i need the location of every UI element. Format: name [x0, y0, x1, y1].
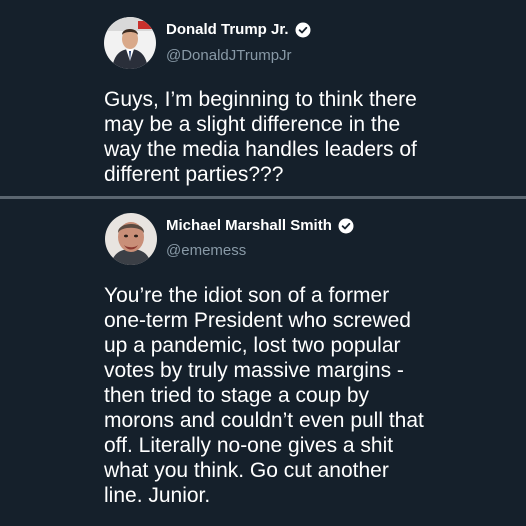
tweet-card[interactable]: Donald Trump Jr. @DonaldJTrumpJr Guys, I… [0, 0, 526, 196]
tweet-text-line: Guys, I’m beginning to think there [104, 88, 417, 111]
tweet-text-line: line. Junior. [104, 484, 211, 507]
tweet-text-line: then tried to stage a coup by [104, 384, 370, 407]
tweet-text-line: what you think. Go cut another [104, 459, 389, 482]
tweet-text-line: may be a slight difference in the [104, 113, 401, 136]
author-name[interactable]: Michael Marshall Smith [166, 217, 332, 234]
tweet-text: Guys, I’m beginning to think there may b… [104, 87, 514, 187]
author-name[interactable]: Donald Trump Jr. [166, 21, 289, 38]
author-handle[interactable]: @ememess [166, 242, 246, 259]
tweet-text-line: off. Literally no-one gives a shit [104, 434, 394, 457]
tweet-text-line: one-term President who screwed [104, 309, 411, 332]
author-name-row[interactable]: Donald Trump Jr. [166, 21, 311, 38]
tweet-text-line: votes by truly massive margins - [104, 359, 404, 382]
avatar[interactable] [104, 17, 156, 69]
avatar[interactable] [105, 213, 157, 265]
tweet-text-line: up a pandemic, lost two popular [104, 334, 401, 357]
author-name-row[interactable]: Michael Marshall Smith [166, 217, 354, 234]
tweet-text-line: way the media handles leaders of [104, 138, 417, 161]
tweet-text-line: You’re the idiot son of a former [104, 284, 390, 307]
tweet-text-line: different parties??? [104, 163, 284, 186]
author-handle[interactable]: @DonaldJTrumpJr [166, 47, 292, 64]
verified-badge-icon [295, 22, 311, 38]
tweet-card[interactable]: Michael Marshall Smith @ememess You’re t… [0, 199, 526, 526]
tweet-text-line: morons and couldn’t even pull that [104, 409, 424, 432]
tweet-text: You’re the idiot son of a former one-ter… [104, 283, 514, 508]
verified-badge-icon [338, 218, 354, 234]
